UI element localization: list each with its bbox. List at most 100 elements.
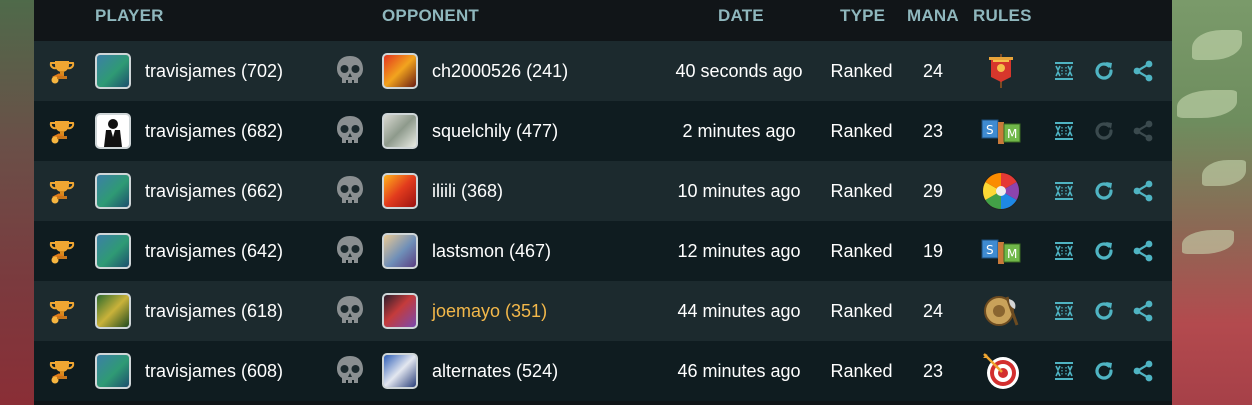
battle-date: 40 seconds ago	[675, 60, 803, 81]
background-left-art	[0, 0, 34, 405]
opponent-avatar[interactable]	[382, 53, 418, 89]
replay-icon[interactable]	[1091, 41, 1117, 101]
blocks-icon[interactable]: SM	[974, 101, 1028, 161]
banner-flag-icon[interactable]	[974, 41, 1028, 101]
opponent-avatar-cell	[382, 101, 418, 161]
battle-row: travisjames (618) joemayo (351) 44 minutes…	[34, 281, 1172, 341]
column-header-player[interactable]: PLAYER	[95, 6, 164, 26]
opponent-avatar-cell	[382, 161, 418, 221]
opponent-name[interactable]: squelchily (477)	[432, 101, 558, 161]
battle-date: 46 minutes ago	[677, 360, 801, 381]
svg-text:S: S	[986, 123, 994, 137]
replay-icon[interactable]	[1091, 161, 1117, 221]
player-avatar[interactable]	[95, 233, 131, 269]
player-name[interactable]: travisjames (682)	[145, 101, 283, 161]
target-icon[interactable]	[974, 341, 1028, 401]
battle-type: Ranked	[830, 60, 893, 81]
mana-cap: 23	[922, 360, 944, 381]
battle-date: 44 minutes ago	[677, 300, 801, 321]
battle-type: Ranked	[830, 240, 893, 261]
player-avatar-cell	[95, 341, 131, 401]
mana-cap: 24	[922, 300, 944, 321]
opponent-name[interactable]: joemayo (351)	[432, 281, 547, 341]
victory-trophy-icon	[44, 41, 80, 101]
battle-details-icon[interactable]	[1052, 221, 1076, 281]
defeat-skull-icon	[334, 281, 366, 341]
opponent-avatar-cell	[382, 341, 418, 401]
share-icon[interactable]	[1131, 161, 1155, 221]
victory-trophy-icon	[44, 101, 80, 161]
mana-cap: 29	[922, 180, 944, 201]
defeat-skull-icon	[334, 101, 366, 161]
battle-history-panel: PLAYER OPPONENT DATE TYPE MANA RULES tra…	[34, 0, 1172, 405]
player-name[interactable]: travisjames (642)	[145, 221, 283, 281]
share-icon[interactable]	[1131, 221, 1155, 281]
battle-row: travisjames (682) squelchily (477) 2 minut…	[34, 101, 1172, 161]
battle-row: travisjames (608) alternates (524) 46 minu…	[34, 341, 1172, 401]
defeat-skull-icon	[334, 221, 366, 281]
victory-trophy-icon	[44, 221, 80, 281]
opponent-avatar-cell	[382, 281, 418, 341]
mana-cap: 19	[922, 240, 944, 261]
battle-details-icon[interactable]	[1052, 41, 1076, 101]
player-avatar[interactable]	[95, 293, 131, 329]
player-avatar[interactable]	[95, 53, 131, 89]
opponent-avatar-cell	[382, 221, 418, 281]
battle-details-icon[interactable]	[1052, 101, 1076, 161]
column-header-opponent[interactable]: OPPONENT	[382, 6, 479, 26]
player-avatar[interactable]	[95, 173, 131, 209]
mana-cap: 23	[922, 120, 944, 141]
svg-text:M: M	[1007, 247, 1017, 261]
battle-date: 2 minutes ago	[682, 120, 796, 141]
column-header-mana[interactable]: MANA	[907, 6, 959, 26]
battle-row: travisjames (662) iliili (368) 10 minutes …	[34, 161, 1172, 221]
battle-type: Ranked	[830, 360, 893, 381]
opponent-name[interactable]: alternates (524)	[432, 341, 558, 401]
defeat-skull-icon	[334, 341, 366, 401]
battle-date: 10 minutes ago	[677, 180, 801, 201]
battle-type: Ranked	[830, 120, 893, 141]
battle-details-icon[interactable]	[1052, 161, 1076, 221]
battle-details-icon[interactable]	[1052, 281, 1076, 341]
share-icon[interactable]	[1131, 281, 1155, 341]
replay-icon	[1091, 101, 1117, 161]
battle-list: travisjames (702) ch2000526 (241) 40 secon…	[34, 41, 1172, 401]
battle-details-icon[interactable]	[1052, 341, 1076, 401]
opponent-avatar[interactable]	[382, 233, 418, 269]
color-wheel-icon[interactable]	[974, 161, 1028, 221]
victory-trophy-icon	[44, 341, 80, 401]
opponent-name[interactable]: lastsmon (467)	[432, 221, 551, 281]
opponent-avatar[interactable]	[382, 173, 418, 209]
column-header-rules[interactable]: RULES	[973, 6, 1032, 26]
player-avatar-cell	[95, 281, 131, 341]
opponent-avatar[interactable]	[382, 353, 418, 389]
battle-row: travisjames (642) lastsmon (467) 12 minute…	[34, 221, 1172, 281]
opponent-name[interactable]: ch2000526 (241)	[432, 41, 568, 101]
blocks-icon[interactable]: SM	[974, 221, 1028, 281]
column-header-type[interactable]: TYPE	[840, 6, 885, 26]
opponent-avatar[interactable]	[382, 293, 418, 329]
battle-date: 12 minutes ago	[677, 240, 801, 261]
mana-cap: 24	[922, 60, 944, 81]
share-icon[interactable]	[1131, 41, 1155, 101]
player-avatar-cell	[95, 161, 131, 221]
defeat-skull-icon	[334, 161, 366, 221]
replay-icon[interactable]	[1091, 281, 1117, 341]
player-name[interactable]: travisjames (702)	[145, 41, 283, 101]
replay-icon[interactable]	[1091, 221, 1117, 281]
player-avatar-cell	[95, 221, 131, 281]
opponent-name[interactable]: iliili (368)	[432, 161, 503, 221]
share-icon[interactable]	[1131, 341, 1155, 401]
player-name[interactable]: travisjames (618)	[145, 281, 283, 341]
player-name[interactable]: travisjames (608)	[145, 341, 283, 401]
player-avatar[interactable]	[95, 353, 131, 389]
share-icon	[1131, 101, 1155, 161]
player-avatar-cell	[95, 101, 131, 161]
replay-icon[interactable]	[1091, 341, 1117, 401]
player-avatar[interactable]	[95, 113, 131, 149]
opponent-avatar[interactable]	[382, 113, 418, 149]
victory-trophy-icon	[44, 161, 80, 221]
column-header-date[interactable]: DATE	[718, 6, 764, 26]
shield-axe-icon[interactable]	[974, 281, 1028, 341]
player-name[interactable]: travisjames (662)	[145, 161, 283, 221]
